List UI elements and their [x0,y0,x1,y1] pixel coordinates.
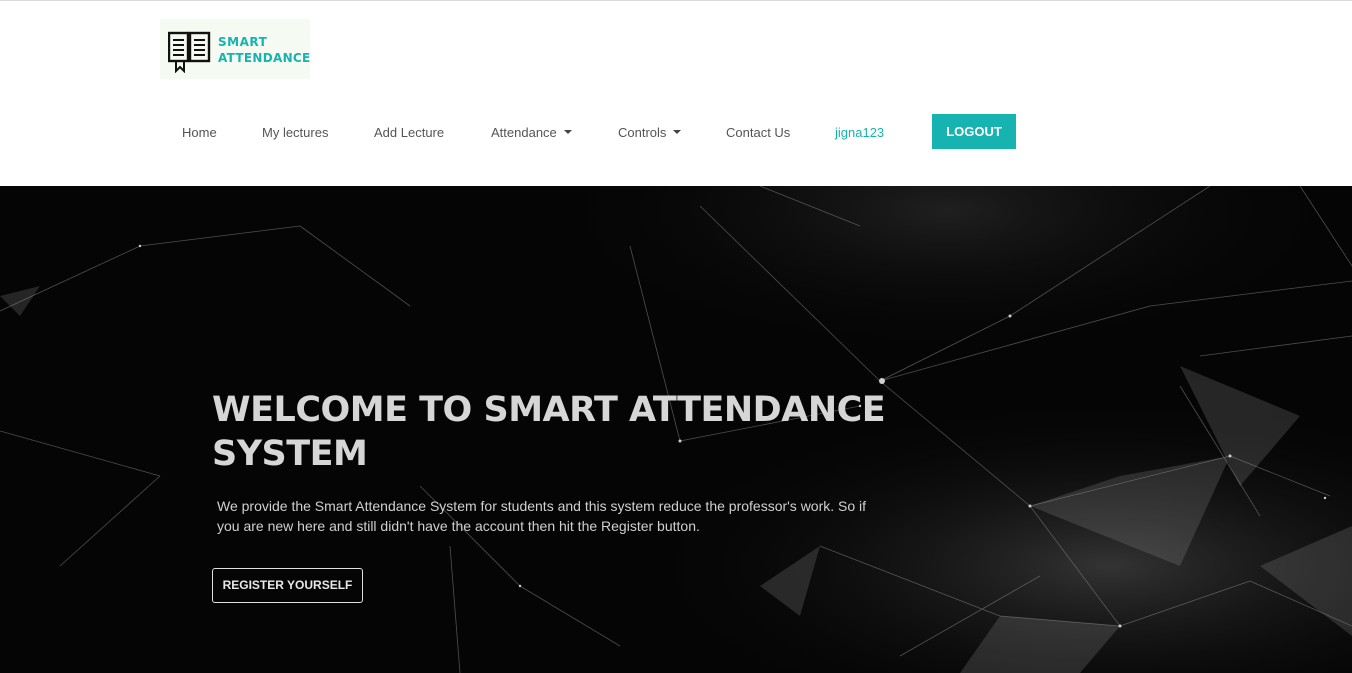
nav-controls-label: Controls [618,125,667,140]
logout-button[interactable]: LOGOUT [932,114,1016,149]
nav-user-profile[interactable]: jigna123 [835,125,884,140]
book-icon [168,31,211,73]
nav-attendance-dropdown[interactable]: Attendance [491,125,572,140]
hero-title: WELCOME TO SMART ATTENDANCE SYSTEM [212,390,886,474]
nav-my-lectures[interactable]: My lectures [262,125,328,140]
site-logo[interactable]: SMART ATTENDANCE [160,19,310,79]
nav-add-lecture[interactable]: Add Lecture [374,125,444,140]
caret-down-icon [563,130,572,134]
brand-line-2: ATTENDANCE [218,51,311,65]
nav-controls-dropdown[interactable]: Controls [618,125,682,140]
brand-line-1: SMART [218,35,268,49]
hero-section: WELCOME TO SMART ATTENDANCE SYSTEM We pr… [0,186,1352,673]
brand-name: SMART ATTENDANCE [218,34,311,66]
nav-contact-us[interactable]: Contact Us [726,125,790,140]
nav-home[interactable]: Home [182,125,217,140]
nav-attendance-label: Attendance [491,125,557,140]
hero-description: We provide the Smart Attendance System f… [217,498,867,534]
caret-down-icon [673,130,682,134]
register-button[interactable]: REGISTER YOURSELF [212,568,363,603]
site-header: SMART ATTENDANCE Home My lectures Add Le… [0,1,1352,186]
